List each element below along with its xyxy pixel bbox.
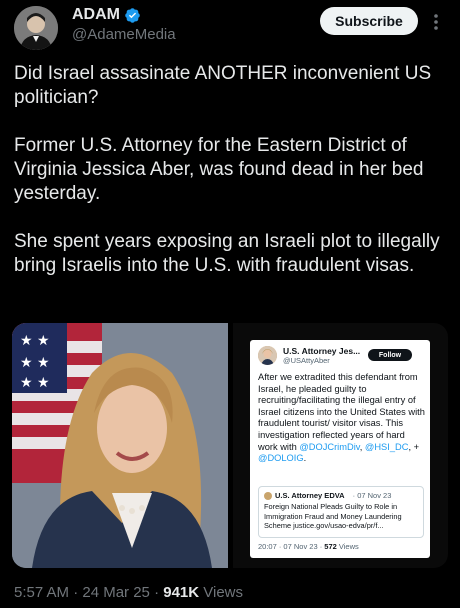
author-handle[interactable]: @AdameMedia [72, 26, 176, 43]
verified-badge-icon [125, 7, 140, 23]
portrait-image: ★ ★ ★ ★ ★ ★ [12, 323, 228, 568]
quote-date: · 07 Nov 23 [352, 491, 392, 500]
quote-avatar-icon [264, 491, 272, 500]
views-label: Views [199, 584, 244, 601]
quote-author: U.S. Attorney EDVA [275, 491, 345, 500]
author-avatar[interactable] [14, 6, 58, 50]
quote-date-value: 07 Nov 23 [357, 491, 392, 500]
mention-link: @DOLOIG [258, 453, 304, 464]
avatar-image [14, 6, 58, 50]
author-name-row: ADAM [72, 6, 141, 24]
embedded-views-label: Views [336, 542, 359, 551]
mention-link: @DOJCrimDiv [299, 441, 360, 452]
views-count: 941K [163, 584, 200, 601]
quote-header: U.S. Attorney EDVA · 07 Nov 23 [264, 491, 391, 500]
tweet-paragraph: Did Israel assasinate ANOTHER inconvenie… [14, 63, 432, 108]
tweet-text: Did Israel assasinate ANOTHER inconvenie… [14, 62, 452, 302]
more-vertical-icon[interactable] [428, 10, 444, 34]
author-name[interactable]: ADAM [72, 6, 120, 24]
portrait-photo[interactable]: ★ ★ ★ ★ ★ ★ [12, 323, 228, 568]
embedded-post-screenshot[interactable]: U.S. Attorney Jes... @USAttyAber Follow … [250, 340, 430, 558]
tweet-timestamp[interactable]: 5:57 AM · 24 Mar 25 · [14, 584, 163, 601]
embedded-post-text: After we extradited this defendant from … [258, 372, 425, 464]
mention-link: @HSI_DC [364, 441, 409, 452]
embedded-quote-card: U.S. Attorney EDVA · 07 Nov 23 Foreign N… [258, 486, 424, 538]
quote-text: Foreign National Pleads Guilty to Role i… [264, 502, 402, 530]
tweet-paragraph: Former U.S. Attorney for the Eastern Dis… [14, 135, 424, 204]
svg-text:★ ★: ★ ★ [20, 375, 50, 391]
svg-text:★ ★: ★ ★ [20, 333, 50, 349]
svg-text:★ ★: ★ ★ [20, 355, 50, 371]
tweet-header: ADAM @AdameMedia Subscribe [0, 0, 460, 60]
subscribe-button[interactable]: Subscribe [320, 7, 418, 35]
embedded-body: After we extradited this defendant from … [258, 372, 425, 452]
embedded-timestamp: 20:07 · 07 Nov 23 · [258, 542, 325, 551]
embedded-avatar-image [258, 346, 277, 365]
embedded-views-count: 572 [324, 542, 337, 551]
embedded-avatar [258, 346, 277, 365]
embedded-author-name: U.S. Attorney Jes... [283, 346, 361, 356]
tweet-paragraph: She spent years exposing an Israeli plot… [14, 231, 440, 276]
embedded-follow-button: Follow [368, 349, 412, 361]
embedded-author-handle: @USAttyAber [283, 356, 330, 365]
embedded-post-meta: 20:07 · 07 Nov 23 · 572 Views [258, 542, 359, 551]
tweet-footer: 5:57 AM · 24 Mar 25 · 941K Views [14, 584, 243, 601]
